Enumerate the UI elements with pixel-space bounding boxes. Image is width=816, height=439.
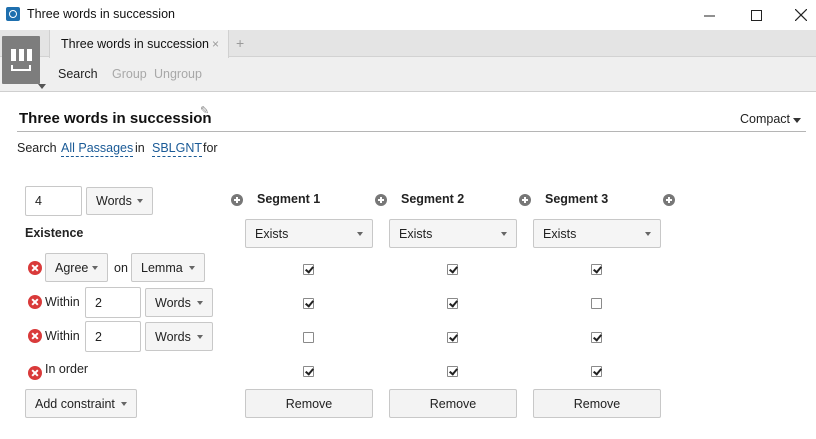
remove-constraint-icon[interactable] [28,366,42,380]
chevron-down-icon[interactable] [793,118,801,123]
in-order-segment-3-checkbox[interactable] [591,366,602,377]
on-text: on [114,261,128,275]
existence-label: Existence [25,226,84,240]
segment-3-existence-label: Exists [543,226,577,241]
segment-2-header: Segment 2 [401,192,465,206]
window-title: Three words in succession [27,7,175,21]
within-1-segment-2-checkbox[interactable] [447,298,458,309]
panel-menu-button[interactable] [2,36,40,84]
minimize-button[interactable] [686,2,732,28]
within-1-segment-1-checkbox[interactable] [303,298,314,309]
tab-label[interactable]: Three words in succession [61,37,209,51]
in-order-segment-2-checkbox[interactable] [447,366,458,377]
segment-1-remove-button[interactable]: Remove [245,389,373,418]
within-1-unit-label: Words [155,295,191,310]
dropdown-arrow-icon [92,265,98,270]
agree-attribute-label: Lemma [141,260,183,275]
edit-title-icon[interactable]: ✎ [200,104,209,117]
span-count-value: 4 [35,194,42,208]
logos-app-icon [6,7,20,21]
agree-segment-2-checkbox[interactable] [447,264,458,275]
search-prefix: Search [17,141,57,155]
within-2-segment-2-checkbox[interactable] [447,332,458,343]
maximize-button[interactable] [733,2,779,28]
agree-segment-1-checkbox[interactable] [303,264,314,275]
remove-constraint-icon[interactable] [28,329,42,343]
within-1-value: 2 [95,295,102,310]
segment-2-existence-label: Exists [399,226,433,241]
within-2-unit-dropdown[interactable]: Words [145,322,213,351]
toolbar-group-button[interactable]: Group [112,67,147,81]
dropdown-arrow-icon [121,401,127,406]
within-2-segment-1-checkbox[interactable] [303,332,314,343]
remove-constraint-icon[interactable] [28,261,42,275]
dropdown-arrow-icon [645,231,651,236]
maximize-icon [750,9,762,21]
agree-segment-3-checkbox[interactable] [591,264,602,275]
agree-type-label: Agree [55,260,89,275]
within-2-segment-3-checkbox[interactable] [591,332,602,343]
close-window-button[interactable] [778,2,816,28]
dropdown-arrow-icon [137,199,143,203]
document-title[interactable]: Three words in succession [19,110,212,127]
panel-bracket-icon [11,65,31,71]
panel-bar-icon [11,49,16,61]
close-icon [795,9,807,21]
agree-attribute-dropdown[interactable]: Lemma [131,253,205,282]
dropdown-arrow-icon [189,265,195,270]
add-segment-icon[interactable] [519,194,531,206]
within-1-segment-3-checkbox[interactable] [591,298,602,309]
dropdown-arrow-icon [501,231,507,236]
within-1-unit-dropdown[interactable]: Words [145,288,213,317]
within-2-value: 2 [95,329,102,344]
add-segment-icon[interactable] [375,194,387,206]
panel-bar-icon [19,49,24,61]
segment-1-existence-label: Exists [255,226,289,241]
remove-constraint-icon[interactable] [28,295,42,309]
panel-bar-icon [27,49,32,61]
segment-3-existence-dropdown[interactable]: Exists [533,219,661,248]
dropdown-arrow-icon [197,300,203,305]
dropdown-arrow-icon [197,334,203,339]
span-unit-dropdown[interactable]: Words [86,187,153,215]
agree-type-dropdown[interactable]: Agree [45,253,108,282]
in-text: in [135,141,145,155]
new-tab-icon[interactable]: + [236,35,244,51]
range-link[interactable]: All Passages [61,141,134,157]
minimize-icon [703,15,715,16]
segment-2-existence-dropdown[interactable]: Exists [389,219,517,248]
in-order-segment-1-checkbox[interactable] [303,366,314,377]
tab-close-icon[interactable]: × [212,37,219,51]
segment-3-header: Segment 3 [545,192,609,206]
segment-1-header: Segment 1 [257,192,321,206]
within-1-value-input[interactable]: 2 [85,287,141,318]
toolbar-ungroup-button[interactable]: Ungroup [154,67,202,81]
within-label: Within [45,329,80,343]
dropdown-arrow-icon [357,231,363,236]
toolbar-search-button[interactable]: Search [58,67,98,81]
span-unit-label: Words [96,194,132,208]
for-text: for [203,141,218,155]
within-2-unit-label: Words [155,329,191,344]
segment-3-remove-button[interactable]: Remove [533,389,661,418]
add-segment-icon[interactable] [663,194,675,206]
segment-2-remove-button[interactable]: Remove [389,389,517,418]
within-2-value-input[interactable]: 2 [85,321,141,352]
span-count-input[interactable]: 4 [25,186,82,216]
add-constraint-dropdown[interactable]: Add constraint [25,389,137,418]
segment-1-existence-dropdown[interactable]: Exists [245,219,373,248]
view-mode-dropdown[interactable]: Compact [740,112,790,126]
add-constraint-label: Add constraint [35,396,115,411]
within-label: Within [45,295,80,309]
in-order-label: In order [45,362,89,376]
resource-link[interactable]: SBLGNT [152,141,203,157]
add-segment-icon[interactable] [231,194,243,206]
panel-dropdown-arrow-icon[interactable] [38,84,46,89]
heading-divider [17,131,806,132]
